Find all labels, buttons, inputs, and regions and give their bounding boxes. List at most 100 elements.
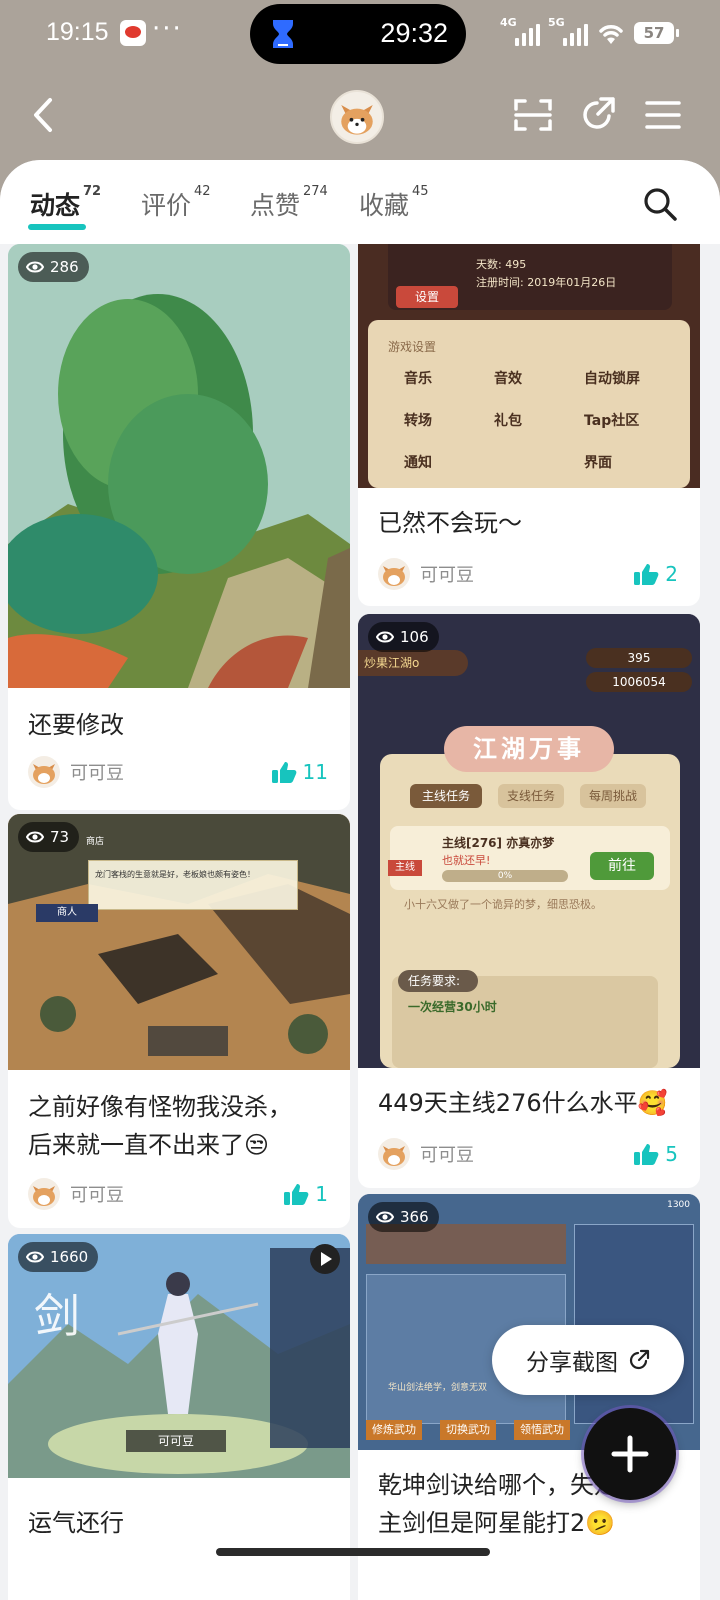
scan-button[interactable] [508,90,558,140]
share-profile-button[interactable] [573,90,623,140]
gold-count: 1300 [667,1200,690,1210]
post-card[interactable]: 炒果江湖o 395 1006054 江湖万事 主线任务 支线任务 每周挑战 主线… [358,614,700,1188]
sword-glyph: 剑 [34,1289,80,1343]
settings-grid: 音乐 音效 自动锁屏 转场 礼包 Tap社区 通知 界面 [404,371,640,471]
quest-tab-main: 主线任务 [410,784,482,808]
post-image-game-map: 龙门客栈的生意就是好，老板娘也颇有姿色！ 商人 商店 73 [8,814,350,1070]
btn-learn: 领悟武功 [514,1420,570,1440]
post-title: 还要修改 [28,711,124,739]
btn-switch: 切换武功 [440,1420,496,1440]
sect-text: 华山剑法绝学，剑意无双 [388,1383,488,1393]
section-title: 游戏设置 [388,340,437,354]
back-icon [34,98,52,132]
days-text: 天数: 495 [476,258,527,271]
quest-subtitle: 也就还早! [442,854,491,867]
author-avatar [28,1178,60,1210]
share-screenshot-button[interactable]: 分享截图 [492,1325,684,1395]
back-button[interactable] [18,90,68,140]
eye-icon [26,261,44,273]
post-image-settings: 天数: 495 注册时间: 2019年01月26日 设置 游戏设置 音乐 音效 … [358,244,700,488]
quest-go-button: 前往 [590,852,654,880]
author-avatar [378,1138,410,1170]
author-name: 可可豆 [70,1185,124,1206]
view-count: 1660 [18,1242,99,1272]
tab-likes[interactable]: 点赞 274 [250,184,328,222]
active-tab-indicator [28,224,86,230]
quest-progress: 0% [442,870,568,882]
post-author[interactable]: 可可豆 [378,1138,474,1170]
post-title: 乾坤剑诀给哪个，失是 主剑但是阿星能打2🫤 [378,1471,618,1537]
like-button[interactable]: 1 [283,1182,328,1206]
post-card[interactable]: 286 还要修改 可可豆 11 [8,244,350,810]
settings-label: 设置 [396,286,458,308]
share-label: 分享截图 [526,1350,618,1376]
tab-count: 45 [412,184,429,199]
search-icon[interactable] [642,186,678,222]
eye-icon [26,1251,44,1263]
signal-4g-icon: 4G [500,16,540,48]
create-post-button[interactable] [584,1408,676,1500]
menu-icon [645,101,681,129]
view-count: 286 [18,252,89,282]
menu-button[interactable] [638,90,688,140]
clock: 19:15 [46,18,109,46]
profile-header [0,72,720,162]
like-button[interactable]: 5 [633,1142,678,1166]
post-author[interactable]: 可可豆 [28,1178,124,1210]
tab-count: 274 [303,184,328,199]
register-date: 注册时间: 2019年01月26日 [476,276,617,289]
like-button[interactable]: 11 [271,760,328,784]
post-author[interactable]: 可可豆 [28,756,124,788]
requirement-label: 任务要求: [398,970,478,992]
post-image-swordsman: 剑 可可豆 1660 [8,1234,350,1478]
tab-favorites[interactable]: 收藏 45 [359,184,429,222]
post-title: 运气还行 [28,1509,124,1537]
timer-island[interactable]: 29:32 [250,4,466,64]
coin-count: 1006054 [586,672,692,692]
requirement-text: 一次经营30小时 [408,1000,497,1014]
avatar[interactable] [330,90,384,144]
author-name: 可可豆 [420,565,474,586]
share-icon [629,1349,650,1370]
play-icon [321,1252,332,1266]
home-indicator[interactable] [216,1548,490,1556]
tab-count: 42 [194,184,211,199]
post-card[interactable]: 华山剑法绝学，剑意无双 修炼武功 切换武功 领悟武功 1300 366 乾坤剑诀… [358,1194,700,1600]
hourglass-icon [273,20,293,48]
eye-icon [26,831,44,843]
post-card[interactable]: 龙门客栈的生意就是好，老板娘也颇有姿色！ 商人 商店 73 之前好像有怪物我没杀… [8,814,350,1228]
quest-banner: 江湖万事 [444,726,614,772]
like-button[interactable]: 2 [633,562,678,586]
view-count: 73 [18,822,80,852]
thumb-up-icon [284,1184,309,1205]
app-notification-icon [120,20,146,46]
tab-count: 72 [83,184,102,199]
signal-5g-icon: 5G [548,16,588,48]
tab-reviews[interactable]: 评价 42 [141,184,211,222]
character-name: 可可豆 [126,1430,226,1452]
battery-icon: 57 [634,22,679,44]
post-title: 已然不会玩～ [378,509,522,537]
play-button[interactable] [310,1244,340,1274]
tab-posts[interactable]: 动态 72 [30,184,102,222]
post-author[interactable]: 可可豆 [378,558,474,590]
thumb-up-icon [271,762,296,783]
quest-tag: 主线 [388,860,422,876]
status-bar: 19:15 ··· 29:32 4G 5G 57 [0,0,720,68]
npc-label: 商人 [36,904,98,922]
author-avatar [378,558,410,590]
plus-icon [611,1435,649,1473]
eye-icon [376,631,394,643]
view-count: 366 [368,1202,439,1232]
post-card[interactable]: 天数: 495 注册时间: 2019年01月26日 设置 游戏设置 音乐 音效 … [358,244,700,606]
post-image-quest: 炒果江湖o 395 1006054 江湖万事 主线任务 支线任务 每周挑战 主线… [358,614,700,1068]
post-card[interactable]: 剑 可可豆 1660 运气还行 [8,1234,350,1600]
post-title: 之前好像有怪物我没杀， 后来就一直不出来了😒 [28,1093,292,1159]
scan-icon [514,99,552,131]
timer-text: 29:32 [380,18,448,48]
jade-count: 395 [586,648,692,668]
author-avatar [28,756,60,788]
post-title: 449天主线276什么水平🥰 [378,1089,668,1117]
wifi-icon [599,25,623,44]
quest-tab-side: 支线任务 [498,784,564,808]
